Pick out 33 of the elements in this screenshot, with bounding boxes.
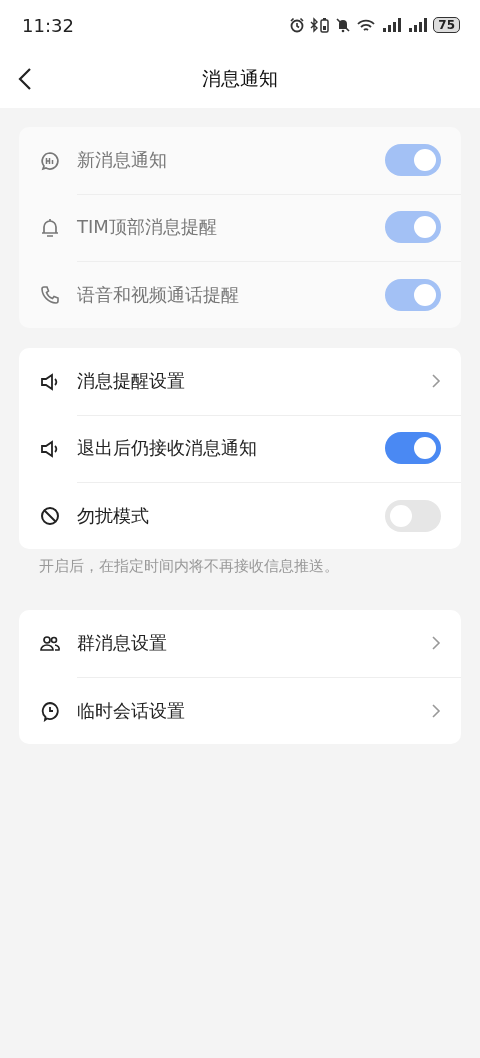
phone-icon xyxy=(39,283,61,306)
chevron-icon xyxy=(431,373,441,389)
chevron-icon xyxy=(431,635,441,651)
item-label: 退出后仍接收消息通知 xyxy=(77,436,257,460)
toggle-switch[interactable] xyxy=(385,499,441,532)
wifi-icon xyxy=(355,17,378,33)
no-entry-icon xyxy=(39,504,61,527)
alarm-icon xyxy=(289,17,306,33)
toggle-switch[interactable] xyxy=(385,432,441,464)
settings-item[interactable]: 群消息设置 xyxy=(19,610,461,677)
item-label: 临时会话设置 xyxy=(77,698,185,723)
signal-icon xyxy=(407,17,430,33)
bluetooth-battery-icon xyxy=(309,17,332,33)
chat-bubble-icon xyxy=(39,149,61,172)
item-label: 群消息设置 xyxy=(77,631,167,655)
hint-text: 开启后，在指定时间内将不再接收信息推送。 xyxy=(39,557,340,576)
clock-bubble-icon xyxy=(39,699,61,722)
signal-icon xyxy=(381,17,404,33)
status-time: 11:32 xyxy=(22,14,74,36)
toggle-row[interactable]: 勿扰模式 xyxy=(19,482,461,549)
item-label: 语音和视频通话提醒 xyxy=(77,282,239,307)
battery-level: 75 xyxy=(433,17,460,33)
item-label: TIM顶部消息提醒 xyxy=(77,215,217,239)
item-label: 消息提醒设置 xyxy=(77,369,185,393)
item-label: 新消息通知 xyxy=(77,148,167,172)
chevron-icon xyxy=(431,702,441,719)
settings-item[interactable]: 临时会话设置 xyxy=(19,677,461,744)
settings-item[interactable]: 消息提醒设置 xyxy=(19,348,461,415)
page-title: 消息通知 xyxy=(202,66,278,91)
muted-bell-icon xyxy=(335,17,352,33)
toggle-row[interactable]: 退出后仍接收消息通知 xyxy=(19,415,461,482)
bell-icon xyxy=(39,216,61,239)
item-label: 勿扰模式 xyxy=(77,503,149,528)
